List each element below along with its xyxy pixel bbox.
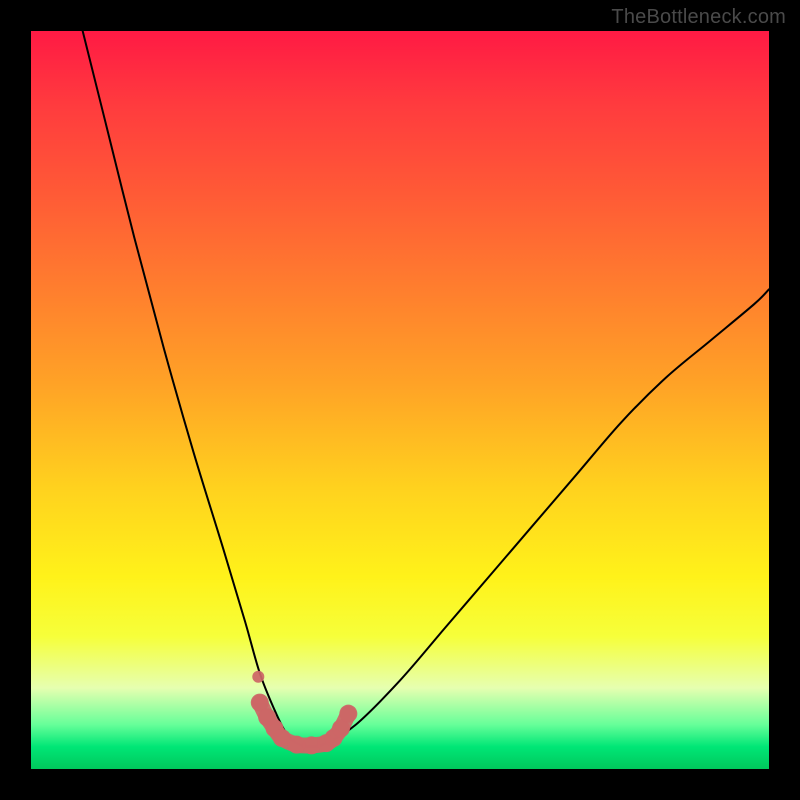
- curve-layer: [31, 31, 769, 769]
- bottleneck-curve: [83, 31, 769, 747]
- plot-area: [31, 31, 769, 769]
- watermark-text: TheBottleneck.com: [611, 6, 786, 29]
- chart-stage: TheBottleneck.com: [0, 0, 800, 800]
- bottom-marker-band: [251, 671, 358, 755]
